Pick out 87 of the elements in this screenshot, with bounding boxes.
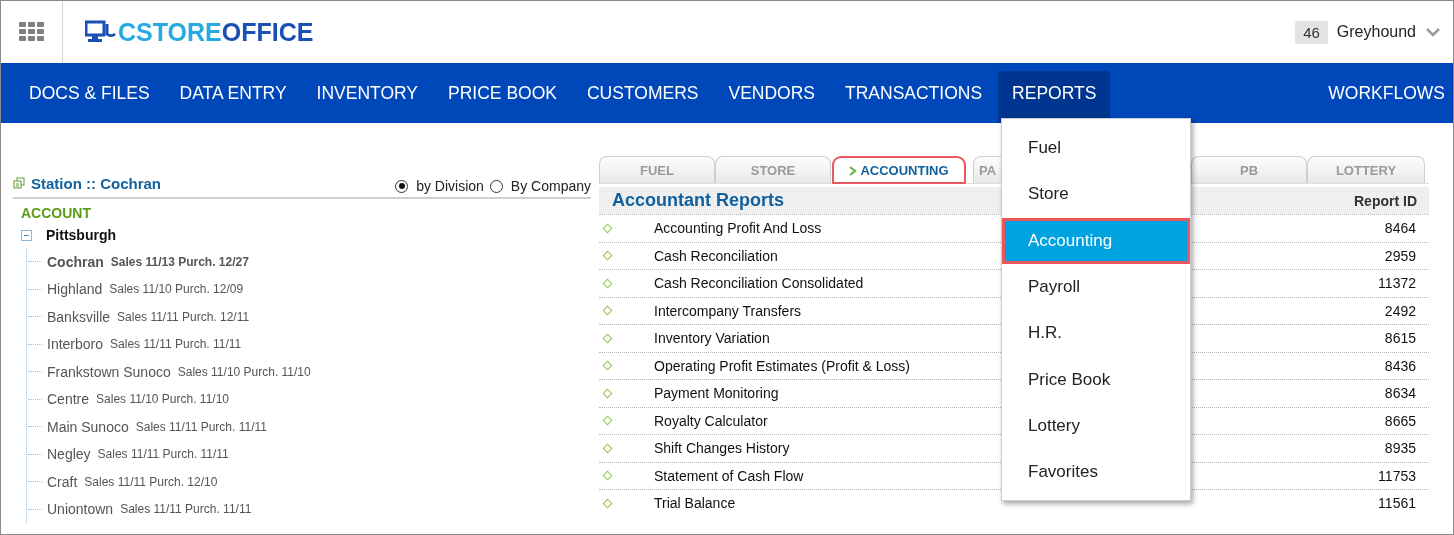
chevron-down-icon[interactable] bbox=[1426, 27, 1440, 37]
section-title: Accountant Reports bbox=[612, 190, 784, 211]
radio-button[interactable] bbox=[489, 179, 503, 193]
menu-item[interactable]: Lottery bbox=[1002, 402, 1190, 450]
bullet-icon bbox=[602, 333, 613, 344]
report-id: 8615 bbox=[1384, 330, 1416, 347]
bullet-icon bbox=[602, 470, 613, 481]
report-id: 8464 bbox=[1384, 220, 1416, 237]
tree-heading: ACCOUNT bbox=[21, 205, 92, 221]
tree-node-dates: Sales 11/11 Purch. 12/11 bbox=[117, 309, 250, 324]
station-icon bbox=[13, 177, 25, 189]
tree-node[interactable]: Main Sunoco bbox=[47, 418, 129, 435]
tree-node[interactable]: Frankstown Sunoco bbox=[47, 363, 171, 380]
bullet-icon bbox=[602, 415, 613, 426]
nav-tab[interactable]: DOCS & FILES bbox=[15, 71, 164, 123]
collapse-icon[interactable] bbox=[21, 229, 32, 241]
bullet-icon bbox=[602, 223, 613, 234]
report-id: 8935 bbox=[1384, 440, 1416, 457]
tree-node-dates: Sales 11/10 Purch. 11/10 bbox=[96, 392, 229, 407]
bullet-icon bbox=[602, 360, 613, 371]
nav-tab[interactable]: WORKFLOWS bbox=[1314, 71, 1452, 123]
tree-node-dates: Sales 11/11 Purch. 11/11 bbox=[110, 337, 242, 352]
radio-label: by Division bbox=[416, 178, 484, 194]
report-id: 11561 bbox=[1378, 495, 1416, 512]
radio-button[interactable] bbox=[395, 179, 409, 193]
nav-tab[interactable]: INVENTORY bbox=[302, 71, 433, 123]
tree-node-dates: Sales 11/10 Purch. 11/10 bbox=[177, 364, 311, 379]
tree-node[interactable]: Pittsburgh bbox=[46, 227, 116, 243]
report-id: 2959 bbox=[1384, 247, 1416, 264]
report-id: 11753 bbox=[1378, 467, 1416, 484]
report-link[interactable]: Accounting Profit And Loss bbox=[654, 220, 822, 237]
logo-text: OFFICE bbox=[221, 17, 314, 47]
report-id: 8634 bbox=[1384, 385, 1416, 402]
tree-node-dates: Sales 11/11 Purch. 11/11 bbox=[97, 447, 229, 462]
tree-node-dates: Sales 11/11 Purch. 12/10 bbox=[84, 474, 218, 489]
menu-item[interactable]: H.R. bbox=[1002, 310, 1190, 357]
bullet-icon bbox=[602, 498, 613, 509]
nav-tab[interactable]: TRANSACTIONS bbox=[831, 71, 997, 123]
bullet-icon bbox=[602, 443, 613, 454]
radio-label: By Company bbox=[510, 178, 591, 194]
menu-item[interactable]: Store bbox=[1002, 171, 1190, 218]
bullet-icon bbox=[602, 278, 613, 289]
tree-node[interactable]: Centre bbox=[47, 391, 90, 408]
user-name[interactable]: Greyhound bbox=[1336, 23, 1416, 41]
tree-node[interactable]: Cochran bbox=[47, 253, 104, 270]
report-link[interactable]: Cash Reconciliation Consolidated bbox=[654, 275, 864, 292]
tree-node-dates: Sales 11/10 Purch. 12/09 bbox=[109, 282, 244, 297]
bullet-icon bbox=[602, 250, 613, 261]
report-id: 11372 bbox=[1378, 275, 1416, 292]
report-link[interactable]: Trial Balance bbox=[654, 495, 736, 512]
menu-item[interactable]: Fuel bbox=[1002, 125, 1190, 172]
report-link[interactable]: Inventory Variation bbox=[654, 330, 770, 347]
tree-node-dates: Sales 11/11 Purch. 11/11 bbox=[120, 502, 252, 517]
menu-item[interactable]: Favorites bbox=[1002, 449, 1190, 496]
nav-tab[interactable]: DATA ENTRY bbox=[165, 71, 301, 123]
menu-item[interactable]: Payroll bbox=[1002, 263, 1190, 311]
nav-tab[interactable]: VENDORS bbox=[714, 71, 829, 123]
tree-node-dates: Sales 11/11 Purch. 11/11 bbox=[135, 419, 267, 434]
menu-item[interactable]: Price Book bbox=[1002, 356, 1190, 403]
tree-node[interactable]: Negley bbox=[47, 446, 91, 463]
nav-tab[interactable]: REPORTS bbox=[998, 71, 1111, 123]
tree-node[interactable]: Interboro bbox=[47, 336, 104, 353]
tree-node[interactable]: Highland bbox=[47, 281, 103, 298]
report-id: 8665 bbox=[1384, 412, 1416, 429]
report-link[interactable]: Shift Changes History bbox=[654, 440, 790, 457]
nav-tab[interactable]: PRICE BOOK bbox=[434, 71, 571, 123]
report-link[interactable]: Intercompany Transfers bbox=[654, 302, 802, 319]
bullet-icon bbox=[602, 305, 613, 316]
nav-tab[interactable]: CUSTOMERS bbox=[572, 71, 713, 123]
report-link[interactable]: Payment Monitoring bbox=[654, 385, 779, 402]
report-link[interactable]: Royalty Calculator bbox=[654, 412, 768, 429]
tree-node[interactable]: Craft bbox=[47, 473, 78, 490]
report-tab[interactable]: ACCOUNTING bbox=[833, 157, 965, 183]
report-link[interactable]: Statement of Cash Flow bbox=[654, 467, 804, 484]
logo-icon bbox=[85, 20, 117, 44]
report-id: 2492 bbox=[1384, 302, 1416, 319]
tree-node[interactable]: Uniontown bbox=[47, 501, 114, 518]
tree-node[interactable]: Banksville bbox=[47, 308, 111, 325]
panel-title: Station :: Cochran bbox=[31, 174, 161, 192]
store-number: 46 bbox=[1295, 20, 1328, 44]
logo-text: CSTORE bbox=[118, 17, 222, 47]
tree-node-dates: Sales 11/13 Purch. 12/27 bbox=[110, 254, 249, 269]
report-id: 8436 bbox=[1384, 357, 1416, 374]
column-header: Report ID bbox=[1354, 192, 1417, 209]
bullet-icon bbox=[602, 388, 613, 399]
report-link[interactable]: Operating Profit Estimates (Profit & Loss) bbox=[654, 357, 910, 374]
report-link[interactable]: Cash Reconciliation bbox=[654, 247, 778, 264]
